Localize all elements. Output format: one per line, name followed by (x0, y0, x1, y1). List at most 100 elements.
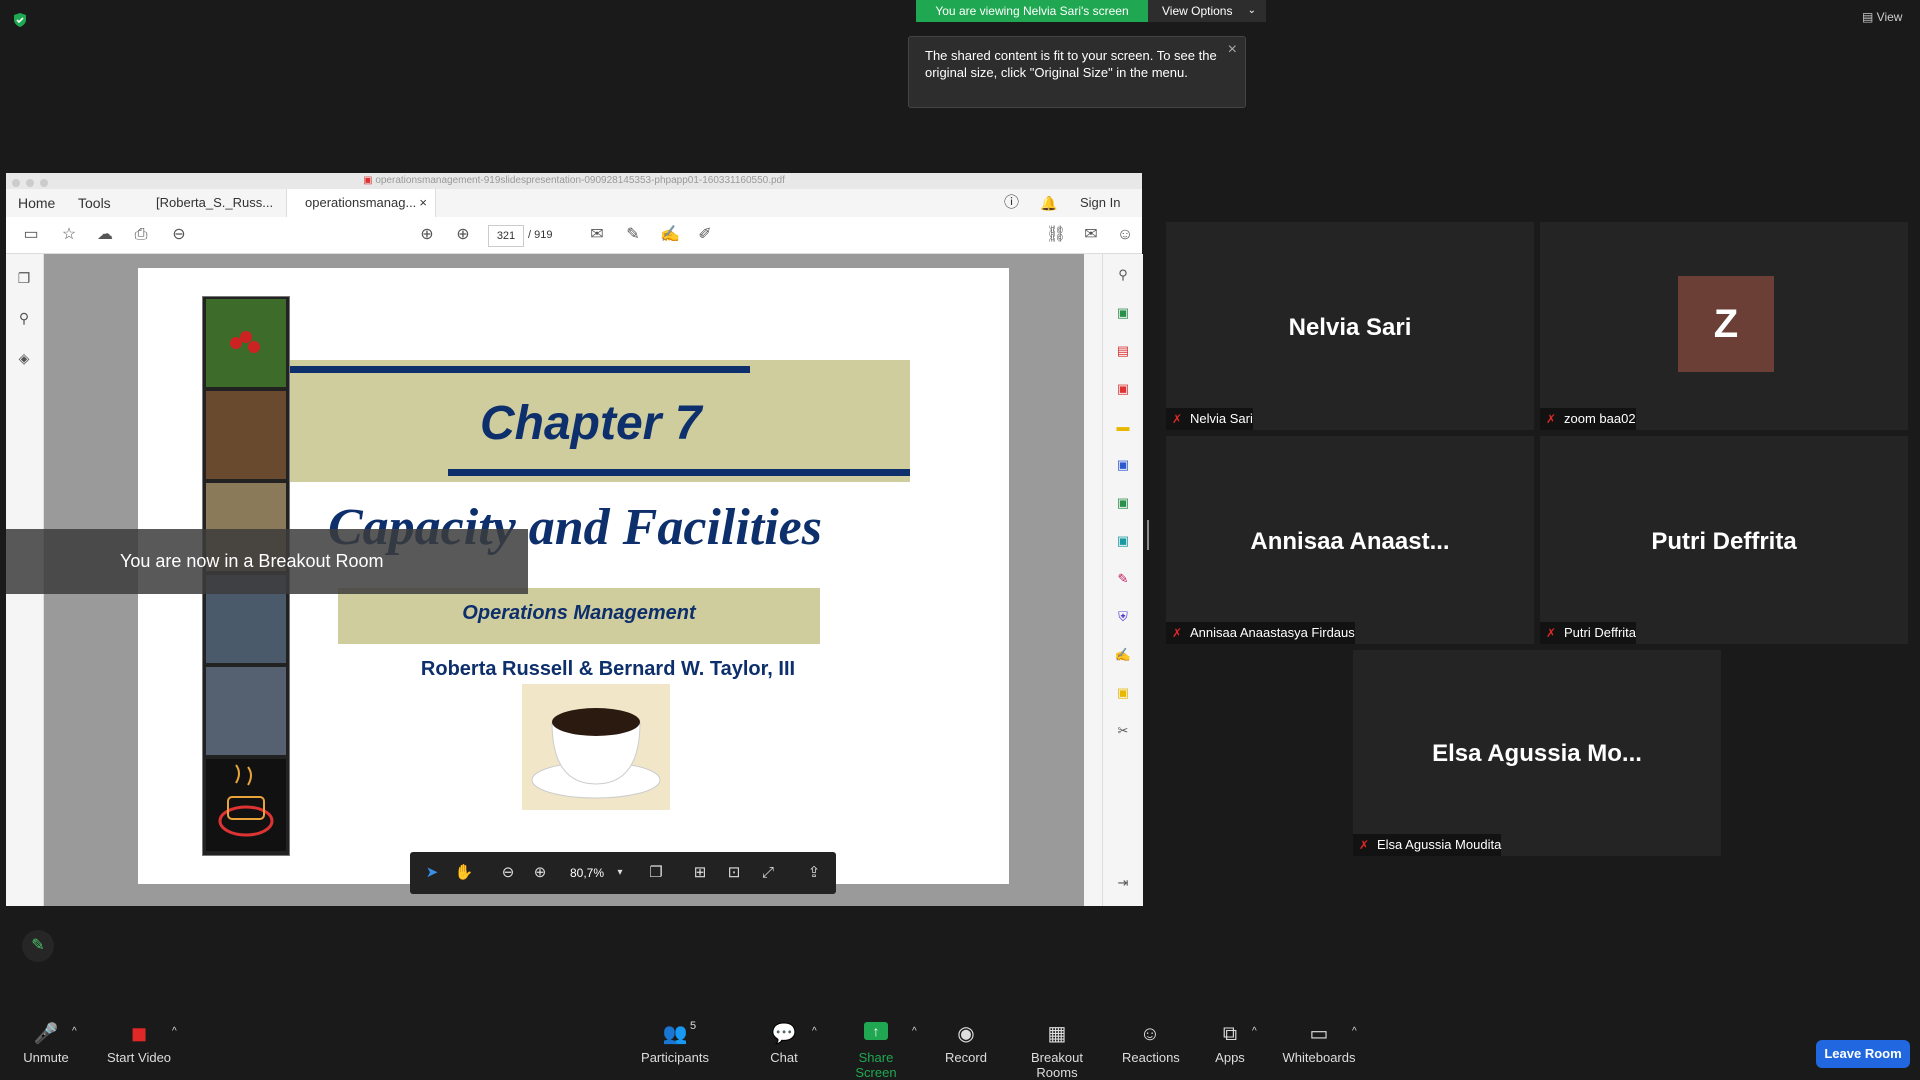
upload-cloud-icon[interactable]: ☁ (96, 226, 114, 244)
participant-tile[interactable]: Nelvia Sari ✗ Nelvia Sari (1166, 222, 1534, 430)
tab-home[interactable]: Home (18, 189, 55, 217)
record-icon: ◉ (957, 1023, 975, 1045)
bell-icon[interactable]: 🔔 (1040, 189, 1057, 217)
search-icon[interactable]: ⚲ (1114, 266, 1132, 284)
mail-icon[interactable]: ✉ (1082, 226, 1100, 244)
combine-files-icon[interactable]: ▣ (1114, 456, 1132, 474)
mic-muted-icon: 🎤 (33, 1023, 59, 1045)
save-icon[interactable]: ▭ (22, 226, 40, 244)
participant-name: Nelvia Sari (1288, 314, 1412, 341)
view-options-label: View Options (1162, 4, 1233, 18)
view-button[interactable]: ▤ View (1862, 10, 1902, 24)
fit-width-icon[interactable]: ⊞ (690, 863, 710, 883)
prev-page-icon[interactable]: ⊕ (418, 226, 436, 244)
tab-document-2[interactable]: operationsmanag... × (286, 189, 436, 217)
fullscreen-icon[interactable]: ⤢ (758, 863, 778, 883)
link-icon[interactable]: ⛓ (1046, 226, 1066, 244)
request-signature-icon[interactable]: ✍ (1114, 646, 1132, 664)
highlight-icon[interactable]: ✎ (624, 226, 642, 244)
compress-icon[interactable]: ▣ (1114, 494, 1132, 512)
breakout-rooms-label: Breakout Rooms (1030, 1050, 1084, 1080)
unmute-button[interactable]: 🎤 Unmute (18, 1022, 74, 1065)
participant-label-text: Annisaa Anaastasya Firdaus (1190, 625, 1355, 640)
divider-top (290, 366, 750, 373)
participants-button[interactable]: 👥 Participants 5 (640, 1020, 710, 1065)
participant-tile[interactable]: Putri Deffrita ✗ Putri Deffrita (1540, 436, 1908, 644)
video-options-caret-icon[interactable]: ^ (172, 1026, 177, 1037)
fit-page-icon[interactable]: ⊡ (724, 863, 744, 883)
participant-tile[interactable]: Elsa Agussia Mo... ✗ Elsa Agussia Moudita (1353, 650, 1721, 856)
page-view-icon[interactable]: ❐ (646, 863, 666, 883)
tab-document-1[interactable]: [Roberta_S._Russ... (156, 189, 273, 217)
chat-label: Chat (770, 1050, 798, 1065)
file-title: operationsmanagement-919slidespresentati… (375, 175, 785, 186)
export-pdf-icon[interactable]: ▣ (1114, 380, 1132, 398)
star-icon[interactable]: ☆ (60, 226, 78, 244)
security-shield-icon[interactable] (12, 12, 28, 28)
collapse-pane-icon[interactable]: ⇥ (1114, 874, 1132, 892)
send-review-icon[interactable]: ▣ (1114, 684, 1132, 702)
print-icon[interactable]: ⎙ (132, 226, 150, 244)
leave-room-button[interactable]: Leave Room (1816, 1040, 1910, 1068)
start-video-button[interactable]: ◼ Start Video (104, 1022, 174, 1065)
reactions-button[interactable]: ☺ Reactions (1122, 1022, 1180, 1065)
edit-icon[interactable]: ✐ (696, 226, 714, 244)
close-icon[interactable]: × (1228, 41, 1237, 58)
attachment-icon[interactable]: ⚲ (15, 310, 33, 328)
breakout-rooms-button[interactable]: ▦ Breakout Rooms (1012, 1022, 1102, 1080)
record-button[interactable]: ◉ Record (944, 1022, 988, 1065)
organize-pages-icon[interactable]: ▤ (1114, 342, 1132, 360)
splitter-handle[interactable] (1147, 520, 1149, 550)
participant-label: ✗ Elsa Agussia Moudita (1353, 834, 1502, 856)
audio-options-caret-icon[interactable]: ^ (72, 1026, 77, 1037)
next-page-icon[interactable]: ⊕ (454, 226, 472, 244)
sign-icon[interactable]: ✍ (660, 226, 680, 244)
apps-label: Apps (1215, 1050, 1245, 1065)
export-icon[interactable]: ⇪ (804, 863, 824, 883)
hand-tool-icon[interactable]: ✋ (454, 863, 474, 883)
chat-button[interactable]: 💬 Chat (766, 1022, 802, 1065)
page-number-input[interactable]: 321 (488, 225, 524, 247)
apps-button[interactable]: ⧉ Apps (1212, 1022, 1248, 1065)
share-caret-icon[interactable]: ^ (912, 1026, 917, 1037)
close-tab-icon[interactable]: × (419, 189, 427, 217)
annotate-pencil-icon[interactable]: ✎ (22, 930, 54, 962)
help-icon[interactable]: ⓘ (1004, 189, 1019, 217)
unmute-label: Unmute (23, 1050, 69, 1065)
slide-subtitle: Operations Management (462, 602, 696, 624)
zoom-level[interactable]: 80,7% (570, 863, 604, 883)
apps-caret-icon[interactable]: ^ (1252, 1026, 1257, 1037)
vertical-scrollbar[interactable] (1084, 254, 1102, 906)
sign-in-button[interactable]: Sign In (1080, 189, 1120, 217)
fill-sign-icon[interactable]: ✎ (1114, 570, 1132, 588)
chevron-down-icon: ⌄ (1247, 5, 1256, 16)
fit-screen-tooltip: The shared content is fit to your screen… (908, 36, 1246, 108)
protect-icon[interactable]: ⛨ (1114, 608, 1132, 626)
create-pdf-icon[interactable]: ▣ (1114, 304, 1132, 322)
share-screen-button[interactable]: ↑ Share Screen (840, 1022, 912, 1080)
add-user-icon[interactable]: ☺ (1116, 226, 1134, 244)
more-tools-icon[interactable]: ✂ (1114, 722, 1132, 740)
participant-tile[interactable]: Z ✗ zoom baa02 (1540, 222, 1908, 430)
select-cursor-icon[interactable]: ➤ (422, 863, 442, 883)
whiteboards-caret-icon[interactable]: ^ (1352, 1026, 1357, 1037)
layers-icon[interactable]: ◈ (15, 350, 33, 368)
pages-icon[interactable]: ❐ (15, 270, 33, 288)
participant-tile[interactable]: Annisaa Anaast... ✗ Annisaa Anaastasya Fi… (1166, 436, 1534, 644)
participant-label: ✗ zoom baa02 (1540, 408, 1636, 430)
comment-tool-icon[interactable]: ▬ (1114, 418, 1132, 436)
scan-icon[interactable]: ▣ (1114, 532, 1132, 550)
participant-label-text: Elsa Agussia Moudita (1377, 837, 1502, 852)
tab-tools[interactable]: Tools (78, 189, 111, 217)
zoom-out-icon[interactable]: ⊖ (498, 863, 518, 883)
view-options-button[interactable]: View Options ⌄ (1148, 0, 1266, 22)
comment-icon[interactable]: ✉ (588, 226, 606, 244)
zoom-in-icon[interactable]: ⊕ (530, 863, 550, 883)
chapter-band: Chapter 7 (290, 360, 910, 482)
zoom-dropdown-icon[interactable]: ▾ (610, 863, 630, 883)
participant-label: ✗ Annisaa Anaastasya Firdaus (1166, 622, 1355, 644)
chat-caret-icon[interactable]: ^ (812, 1026, 817, 1037)
tab-document-2-label: operationsmanag... (305, 195, 417, 210)
whiteboards-button[interactable]: ▭ Whiteboards (1282, 1022, 1356, 1065)
zoom-out-icon[interactable]: ⊖ (170, 226, 188, 244)
